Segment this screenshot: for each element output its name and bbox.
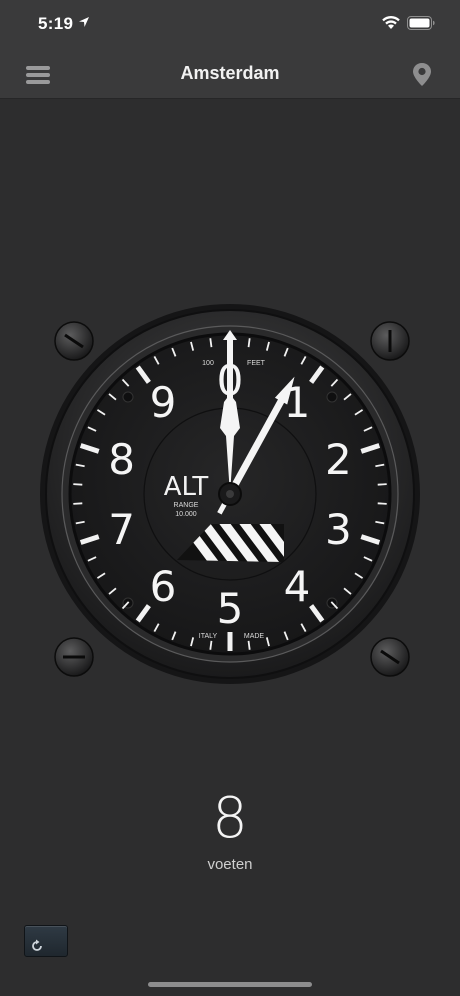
altimeter-svg: 0123456789 ALT RANGE 10.000 100 FEET ITA… — [40, 304, 420, 684]
screw-top-right-icon — [370, 321, 410, 361]
dial-number-3: 3 — [325, 505, 352, 554]
range-value: 10.000 — [175, 511, 197, 518]
dial-number-8: 8 — [108, 435, 135, 484]
dial-number-4: 4 — [284, 562, 311, 611]
status-bar: 5:19 — [0, 0, 460, 50]
dial-number-6: 6 — [150, 562, 177, 611]
range-label: RANGE — [174, 502, 199, 509]
screw-bottom-left-icon — [54, 637, 94, 677]
page-title: Amsterdam — [180, 63, 280, 83]
minor-tick — [377, 502, 387, 505]
dial-number-2: 2 — [325, 435, 352, 484]
dial-number-9: 9 — [150, 378, 177, 427]
location-button[interactable] — [410, 61, 434, 89]
bottom-right-label: MADE — [244, 633, 265, 640]
screw-top-left-icon — [54, 321, 94, 361]
altitude-value: 8 — [212, 786, 248, 851]
dial-number-5: 5 — [217, 584, 244, 633]
bottom-left-label: ITALY — [199, 633, 218, 640]
dial-screw-icon — [122, 391, 134, 403]
refresh-button[interactable] — [24, 925, 68, 957]
altimeter-gauge: 0123456789 ALT RANGE 10.000 100 FEET ITA… — [40, 304, 420, 684]
altitude-unit: voeten — [207, 856, 253, 873]
status-time: 5:19 — [38, 14, 74, 33]
minor-tick — [73, 483, 83, 486]
screw-bottom-right-icon — [370, 637, 410, 677]
dial-number-7: 7 — [108, 505, 135, 554]
minor-tick — [247, 338, 251, 348]
nav-bar: Amsterdam — [0, 50, 460, 99]
minor-tick — [73, 502, 83, 505]
minor-tick — [209, 640, 213, 650]
dial-screw-icon — [326, 391, 338, 403]
minor-tick — [209, 338, 213, 348]
refresh-icon — [32, 939, 42, 951]
home-indicator — [148, 982, 312, 987]
hand-hub-center — [226, 490, 234, 498]
wifi-icon — [382, 15, 400, 29]
minor-tick — [377, 483, 387, 486]
minor-tick — [247, 640, 251, 650]
battery-icon — [407, 16, 435, 30]
map-pin-icon — [413, 63, 431, 86]
top-unit-label: FEET — [247, 360, 266, 367]
alt-label: ALT — [164, 472, 209, 502]
top-scale-label: 100 — [202, 360, 214, 367]
location-arrow-icon — [79, 17, 89, 27]
